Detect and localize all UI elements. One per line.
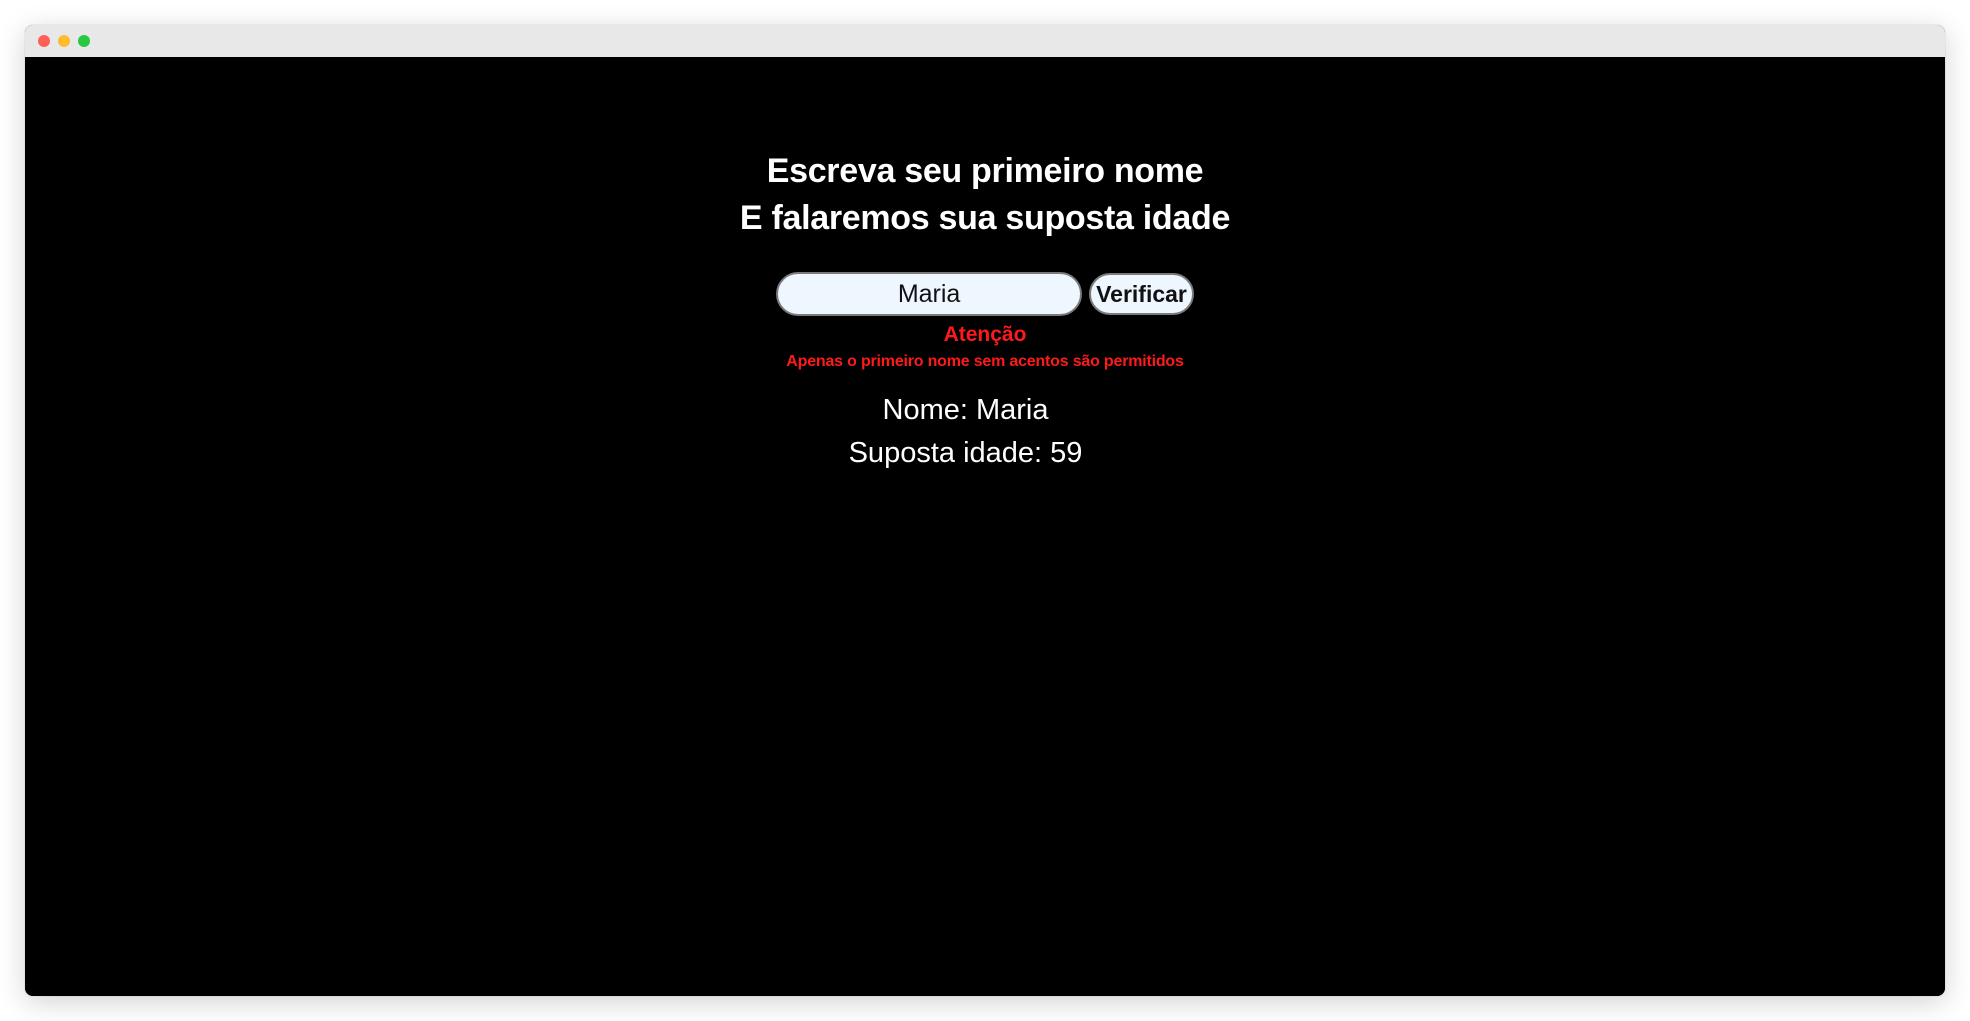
- page-title-line-2: E falaremos sua suposta idade: [739, 199, 1231, 237]
- name-form: Verificar: [25, 272, 1945, 316]
- result-age: Suposta idade: 59: [848, 437, 1083, 469]
- name-input[interactable]: [776, 272, 1083, 316]
- close-window-button[interactable]: [38, 35, 50, 47]
- browser-window: Escreva seu primeiro nome E falaremos su…: [25, 25, 1945, 996]
- warning-text: Apenas o primeiro nome sem acentos são p…: [786, 353, 1184, 370]
- page-title-line-1: Escreva seu primeiro nome: [766, 152, 1204, 190]
- maximize-window-button[interactable]: [78, 35, 90, 47]
- minimize-window-button[interactable]: [58, 35, 70, 47]
- verify-button[interactable]: Verificar: [1089, 273, 1194, 315]
- warning-title: Atenção: [943, 323, 1027, 346]
- page-content: Escreva seu primeiro nome E falaremos su…: [25, 57, 1945, 996]
- result-name: Nome: Maria: [882, 394, 1049, 426]
- window-titlebar: [25, 25, 1945, 57]
